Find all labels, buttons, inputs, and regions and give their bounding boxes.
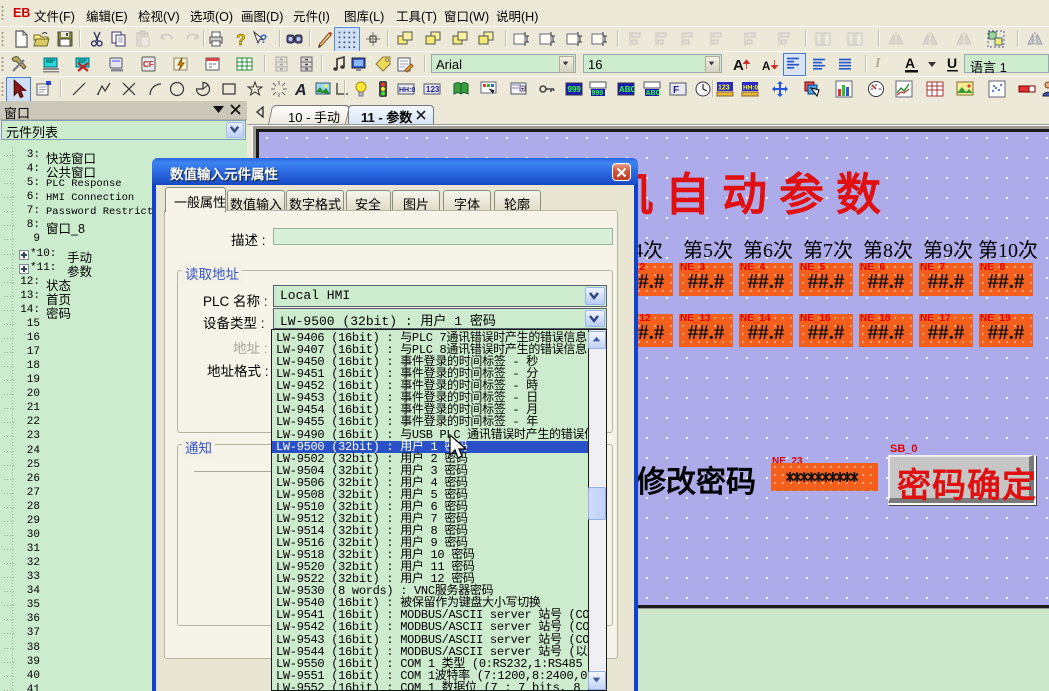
svg-text:123: 123 [718, 85, 730, 92]
svg-text:A: A [294, 82, 307, 98]
svg-text:A: A [905, 55, 915, 71]
svg-text:HH:01: HH:01 [399, 87, 415, 94]
svg-text:999: 999 [592, 90, 604, 97]
svg-text:A: A [733, 57, 744, 73]
svg-text:123: 123 [426, 85, 440, 94]
svg-text:A: A [762, 61, 770, 73]
svg-text:CF: CF [143, 60, 154, 69]
svg-text:F: F [673, 85, 679, 96]
svg-text:HH:01: HH:01 [743, 85, 759, 92]
svg-text:?: ? [260, 32, 267, 46]
svg-text:ABC: ABC [646, 90, 661, 97]
svg-text:999: 999 [568, 85, 582, 94]
svg-text:ABC: ABC [619, 85, 635, 94]
svg-text:?: ? [236, 32, 246, 48]
svg-text:U: U [947, 55, 957, 71]
